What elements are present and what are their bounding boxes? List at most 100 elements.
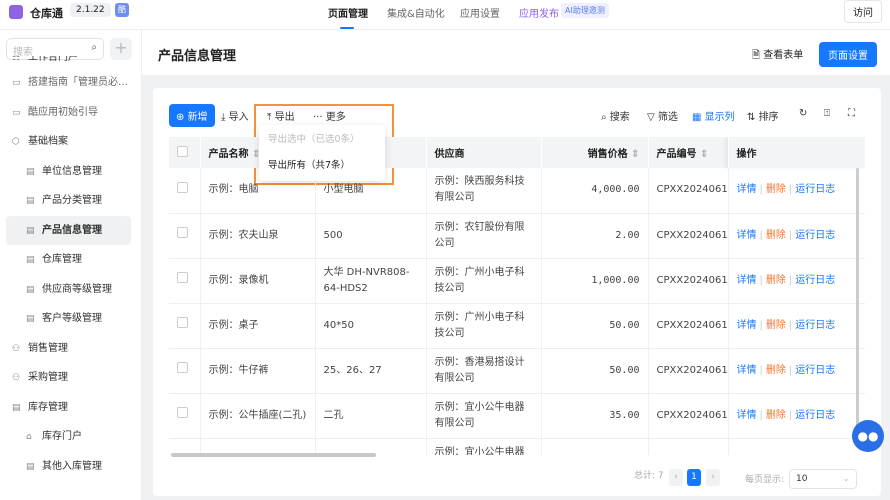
detail-link[interactable]: 详情	[737, 184, 757, 195]
refresh-icon[interactable]: ↻	[799, 108, 807, 119]
row-checkbox[interactable]	[177, 181, 188, 193]
select-all-checkbox[interactable]	[177, 145, 188, 157]
row-checkbox[interactable]	[177, 362, 188, 373]
search-button[interactable]: ⌕ 搜索	[601, 108, 630, 123]
sidebar-item-label: 产品分类管理	[42, 195, 102, 206]
sort-button[interactable]: ⇅ 排序	[747, 108, 779, 123]
sidebar-item[interactable]: ▤ 库存管理	[6, 393, 131, 423]
cell-price: 2.00	[541, 213, 649, 259]
sidebar-item[interactable]: ⌂ 库存门户	[6, 422, 131, 452]
cell-code	[648, 438, 729, 455]
cell-name: 示例：桌子	[200, 303, 316, 349]
table-row[interactable]: 示例：录像机 大华 DH-NVR808-64-HDS2 示例：广州小电子科技公司…	[169, 258, 865, 304]
page-size-label: 每页显示:	[745, 475, 785, 485]
menu-item-icon: ▤	[26, 196, 35, 206]
columns-button[interactable]: ▦ 显示列	[692, 108, 735, 123]
run-log-link[interactable]: 运行日志	[795, 184, 835, 195]
sidebar-item-label: 其他入库管理	[42, 460, 102, 472]
sidebar-item-label: 供应商等级管理	[42, 283, 112, 295]
run-log-link[interactable]: 运行日志	[795, 320, 835, 331]
delete-link[interactable]: 删除	[766, 410, 786, 421]
detail-link[interactable]: 详情	[737, 230, 757, 241]
table-row[interactable]: 示例：公牛插座(二孔) 二孔 示例：宜小公牛电器有限公司 35.00 CPXX2…	[169, 393, 865, 439]
tab-integration[interactable]: 集成&自动化	[387, 5, 445, 20]
sidebar-item[interactable]: ▭ 搭建指南「管理员必…	[6, 68, 131, 98]
sidebar-item[interactable]: ▭ 酷应用初始引导	[6, 98, 131, 128]
page-1-button[interactable]: 1	[687, 469, 701, 486]
column-header-price[interactable]: 销售价格 ⇕	[541, 137, 649, 168]
detail-link[interactable]: 详情	[737, 320, 757, 331]
table-row[interactable]: 示例：农夫山泉 500 示例：农钉股份有限公司 2.00 CPXX2024061…	[169, 213, 865, 259]
ai-assistant-bot-icon[interactable]: ●●	[852, 420, 884, 452]
new-button[interactable]: ⊕ 新增	[169, 104, 215, 127]
row-height-icon[interactable]: ⍐	[824, 108, 830, 119]
sidebar-item[interactable]: ▤ 客户等级管理	[6, 304, 131, 334]
sidebar-item[interactable]: ⚇ 销售管理	[6, 334, 131, 364]
cell-name: 示例：公牛插座(二孔)	[200, 393, 316, 439]
cell-code: CPXX2024061300	[648, 393, 729, 439]
cell-spec: 大华 DH-NVR808-64-HDS2	[315, 258, 427, 304]
sidebar-item[interactable]: ▤ 仓库管理	[6, 245, 131, 275]
row-checkbox[interactable]	[177, 227, 188, 238]
run-log-link[interactable]: 运行日志	[795, 410, 835, 421]
filter-button[interactable]: ▽ 筛选	[647, 108, 678, 123]
sidebar-item[interactable]: ⬡ 基础档案	[6, 127, 131, 157]
page-size-select[interactable]: 10 ⌄	[789, 469, 857, 489]
version-badge: 2.1.22	[70, 3, 111, 17]
sidebar-item[interactable]: ☷ 工作台门户	[6, 56, 131, 68]
column-header-supplier: 供应商	[426, 137, 542, 168]
sidebar-item-label: 库存门户	[42, 431, 82, 442]
detail-link[interactable]: 详情	[737, 410, 757, 421]
app-name: 仓库通	[30, 7, 63, 20]
cell-spec: 25、26、27	[315, 348, 427, 394]
column-header-code[interactable]: 产品编号 ⇕	[648, 137, 729, 168]
run-log-link[interactable]: 运行日志	[795, 230, 835, 241]
delete-link[interactable]: 删除	[766, 184, 786, 195]
delete-link[interactable]: 删除	[766, 230, 786, 241]
new-label: 新增	[187, 112, 208, 123]
horizontal-scrollbar[interactable]	[171, 453, 376, 457]
delete-link[interactable]: 删除	[766, 320, 786, 331]
run-log-link[interactable]: 运行日志	[795, 275, 835, 286]
sort-icon[interactable]: ⇕	[700, 149, 708, 160]
sidebar-item[interactable]: ▤ 单位信息管理	[6, 157, 131, 187]
tab-app-settings[interactable]: 应用设置	[460, 5, 500, 20]
fullscreen-icon[interactable]: ⛶	[848, 108, 855, 119]
sidebar-item[interactable]: ⚇ 采购管理	[6, 363, 131, 393]
sidebar-item[interactable]: ▤ 其他入库管理	[6, 452, 131, 482]
ai-assistant-badge[interactable]: AI助理邀测	[561, 3, 609, 18]
next-page-button[interactable]: ›	[706, 469, 720, 486]
menu-item-icon: ▤	[26, 255, 35, 265]
view-form-button[interactable]: 🗎 查看表单	[752, 46, 803, 65]
sidebar-item[interactable]: ▤ 产品信息管理	[6, 215, 131, 245]
export-selected-option[interactable]: 导出选中（已选0条）	[259, 125, 385, 151]
vertical-scrollbar[interactable]	[856, 168, 859, 438]
sidebar-item[interactable]: ▤ 供应商等级管理	[6, 275, 131, 305]
export-all-option[interactable]: 导出所有（共7条）	[259, 151, 385, 177]
table-row[interactable]: 示例：桌子 40*50 示例：广州小电子科技公司 50.00 CPXX20240…	[169, 303, 865, 349]
row-checkbox[interactable]	[177, 317, 188, 328]
sidebar-item-label: 销售管理	[28, 342, 68, 354]
menu-item-icon: ▤	[26, 225, 35, 236]
cell-actions: 详情 | 删除 | 运行日志	[728, 393, 865, 439]
sidebar-item-label: 产品信息管理	[42, 224, 102, 236]
sidebar-item[interactable]: ▤ 产品分类管理	[6, 186, 131, 216]
visit-button[interactable]: 访问	[844, 0, 882, 23]
menu-item-icon: ⌂	[26, 432, 32, 442]
delete-link[interactable]: 删除	[766, 275, 786, 286]
sort-icon[interactable]: ⇕	[631, 149, 639, 160]
detail-link[interactable]: 详情	[737, 275, 757, 286]
detail-link[interactable]: 详情	[737, 365, 757, 376]
delete-link[interactable]: 删除	[766, 365, 786, 376]
prev-page-button[interactable]: ‹	[669, 469, 683, 486]
row-checkbox[interactable]	[177, 407, 188, 418]
row-checkbox[interactable]	[177, 272, 188, 283]
tab-page-management[interactable]: 页面管理	[328, 5, 368, 29]
run-log-link[interactable]: 运行日志	[795, 365, 835, 376]
import-button[interactable]: ⤓ 导入	[221, 108, 249, 123]
sidebar-item-label: 采购管理	[28, 372, 68, 383]
sidebar: 搜索 ⌕ + ☷ 工作台门户 ▭ 搭建指南「管理员必… ▭ 酷应用初始引导 ⬡ 基础档案 ▤ 单位信…	[0, 30, 142, 500]
table-row[interactable]: 示例：牛仔裤 25、26、27 示例：香港易搭设计有限公司 50.00 CPXX…	[169, 348, 865, 394]
tab-app-publish[interactable]: 应用发布	[519, 5, 559, 20]
page-settings-button[interactable]: 页面设置	[819, 42, 877, 67]
